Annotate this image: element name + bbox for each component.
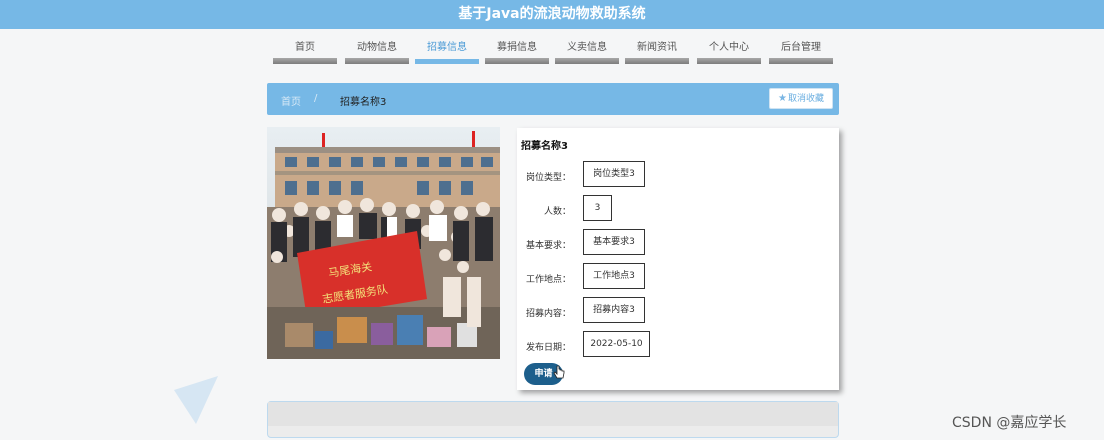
volunteer-group-photo: 马尾海关 志愿者服务队	[267, 127, 500, 359]
recruitment-title: 招募名称3	[521, 141, 568, 152]
requirements-label: 基本要求：	[525, 241, 571, 251]
unfavorite-button[interactable]: ★取消收藏	[769, 88, 833, 109]
unfavorite-label: 取消收藏	[787, 94, 824, 104]
publish-date-value: 2022-05-10	[583, 331, 650, 357]
nav-item-label: 个人中心	[709, 42, 749, 53]
comment-header	[268, 402, 838, 426]
position-type-value: 岗位类型3	[583, 161, 645, 187]
nav-item-charity-sale[interactable]: 义卖信息	[555, 40, 619, 64]
nav-item-label: 招募信息	[427, 42, 467, 53]
breadcrumb-current: 招募名称3	[340, 97, 387, 108]
comment-section	[267, 401, 839, 438]
nav-underline	[485, 58, 549, 64]
work-location-label: 工作地点：	[525, 275, 571, 285]
headcount-label: 人数：	[543, 207, 571, 217]
nav-item-label: 动物信息	[357, 42, 397, 53]
breadcrumb-home-link[interactable]: 首页	[281, 93, 301, 108]
nav-item-label: 后台管理	[781, 42, 821, 53]
nav-item-profile[interactable]: 个人中心	[697, 40, 761, 64]
work-location-value: 工作地点3	[583, 263, 645, 289]
publish-date-label: 发布日期：	[525, 343, 571, 353]
nav-item-label: 新闻资讯	[637, 42, 677, 53]
triangle-decoration-icon	[174, 376, 218, 424]
nav-underline	[697, 58, 761, 64]
star-icon: ★	[778, 93, 787, 104]
nav-underline	[769, 58, 833, 64]
breadcrumb: 首页 / 招募名称3 ★取消收藏	[267, 83, 839, 115]
recruitment-photo: 马尾海关 志愿者服务队	[267, 127, 500, 359]
csdn-watermark: CSDN @嘉应学长	[952, 415, 1067, 431]
content-value: 招募内容3	[583, 297, 645, 323]
nav-underline	[625, 58, 689, 64]
requirements-value: 基本要求3	[583, 229, 645, 255]
position-type-label: 岗位类型：	[525, 173, 571, 183]
nav-item-donation[interactable]: 募捐信息	[485, 40, 549, 64]
nav-underline	[273, 58, 337, 64]
app-title: 基于Java的流浪动物救助系统	[458, 6, 646, 22]
nav-item-admin[interactable]: 后台管理	[769, 40, 833, 64]
recruitment-detail-panel: 招募名称3 岗位类型： 岗位类型3 人数： 3 基本要求： 基本要求3 工作地点…	[517, 128, 839, 390]
content-label: 招募内容：	[525, 309, 571, 319]
nav-underline	[415, 59, 479, 64]
nav-underline	[345, 58, 409, 64]
nav-item-label: 首页	[295, 42, 315, 53]
nav-item-label: 义卖信息	[567, 42, 607, 53]
app-title-bar: 基于Java的流浪动物救助系统	[0, 0, 1104, 29]
breadcrumb-separator: /	[314, 93, 318, 104]
hand-cursor-icon	[553, 365, 565, 379]
nav-item-label: 募捐信息	[497, 42, 537, 53]
nav-item-animals[interactable]: 动物信息	[345, 40, 409, 64]
headcount-value: 3	[583, 195, 612, 221]
nav-underline	[555, 58, 619, 64]
nav-item-recruitment[interactable]: 招募信息	[415, 40, 479, 64]
nav-item-news[interactable]: 新闻资讯	[625, 40, 689, 64]
nav-item-home[interactable]: 首页	[273, 40, 337, 64]
